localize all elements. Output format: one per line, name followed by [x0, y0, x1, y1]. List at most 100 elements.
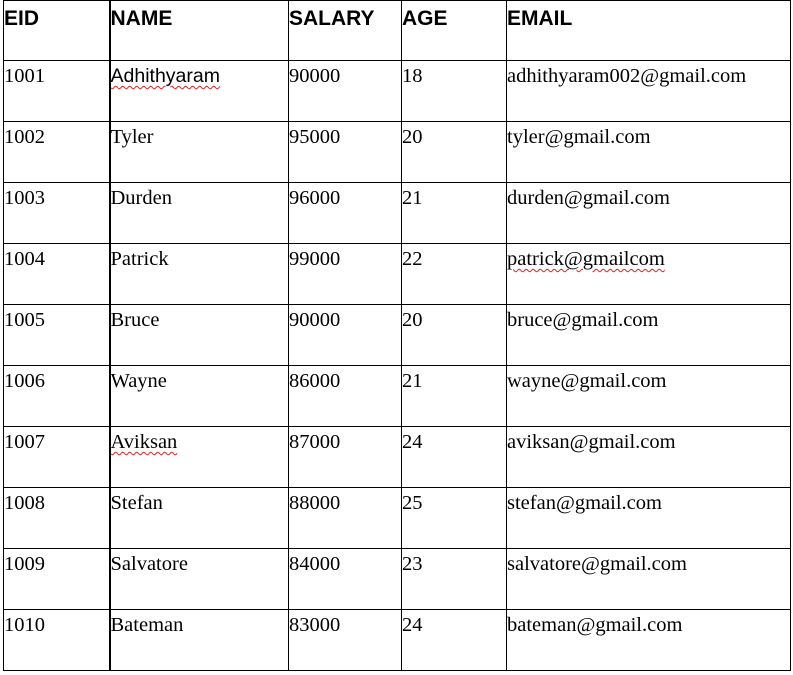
cell-email: salvatore@gmail.com: [506, 548, 791, 610]
cell-salary-text: 95000: [289, 126, 341, 148]
cell-age: 24: [401, 609, 507, 671]
cell-salary: 86000: [288, 365, 402, 427]
table-row: 1006 Wayne 86000 21 wayne@gmail.com: [3, 365, 791, 427]
cell-name: Bruce: [109, 304, 289, 366]
cell-name: Wayne: [109, 365, 289, 427]
table-row: 1001 Adhithyaram 90000 18 adhithyaram002@gma…: [3, 60, 791, 122]
cell-email-text: aviksan@gmail.com: [507, 431, 676, 453]
header-eid: EID: [3, 0, 111, 61]
table-body: 1001 Adhithyaram 90000 18 adhithyaram002@gma…: [3, 60, 791, 671]
cell-age-text: 20: [402, 309, 423, 331]
table-row: 1008 Stefan 88000 25 stefan@gmail.com: [3, 487, 791, 549]
cell-age: 21: [401, 182, 507, 244]
cell-name: Adhithyaram: [109, 60, 289, 122]
cell-email-text: bruce@gmail.com: [507, 309, 659, 331]
table-row: 1007 Aviksan 87000 24 aviksan@gmail.com: [3, 426, 791, 488]
cell-name-text: Patrick: [110, 248, 169, 270]
cell-salary-text: 84000: [289, 553, 341, 575]
cell-salary-text: 86000: [289, 370, 341, 392]
cell-age: 21: [401, 365, 507, 427]
cell-age: 18: [401, 60, 507, 122]
cell-name: Durden: [109, 182, 289, 244]
cell-salary-text: 87000: [289, 431, 341, 453]
cell-name: Bateman: [109, 609, 289, 671]
cell-age-text: 23: [402, 553, 423, 575]
cell-salary-text: 96000: [289, 187, 341, 209]
cell-salary: 90000: [288, 304, 402, 366]
cell-email: bateman@gmail.com: [506, 609, 791, 671]
cell-age: 25: [401, 487, 507, 549]
cell-age: 24: [401, 426, 507, 488]
cell-salary-text: 99000: [289, 248, 341, 270]
cell-eid: 1003: [3, 182, 111, 244]
cell-name-text: Wayne: [110, 370, 167, 392]
cell-eid-text: 1006: [4, 370, 46, 392]
cell-email: tyler@gmail.com: [506, 121, 791, 183]
cell-eid: 1001: [3, 60, 111, 122]
cell-eid-text: 1005: [4, 309, 46, 331]
cell-email: durden@gmail.com: [506, 182, 791, 244]
cell-age: 23: [401, 548, 507, 610]
cell-age-text: 21: [402, 187, 423, 209]
cell-salary: 84000: [288, 548, 402, 610]
header-salary: SALARY: [288, 0, 402, 61]
cell-eid-text: 1007: [4, 431, 46, 453]
cell-email: aviksan@gmail.com: [506, 426, 791, 488]
cell-salary: 96000: [288, 182, 402, 244]
cell-email-text: patrick@gmailcom: [507, 248, 665, 270]
cell-salary-text: 90000: [289, 309, 341, 331]
cell-eid: 1010: [3, 609, 111, 671]
cell-eid: 1008: [3, 487, 111, 549]
cell-age: 20: [401, 304, 507, 366]
cell-email: adhithyaram002@gmail.com: [506, 60, 791, 122]
cell-email: patrick@gmailcom: [506, 243, 791, 305]
cell-salary-text: 90000: [289, 65, 341, 87]
cell-eid: 1006: [3, 365, 111, 427]
cell-age-text: 21: [402, 370, 423, 392]
cell-eid-text: 1003: [4, 187, 46, 209]
cell-email: bruce@gmail.com: [506, 304, 791, 366]
cell-eid-text: 1009: [4, 553, 46, 575]
cell-salary: 95000: [288, 121, 402, 183]
table-row: 1003 Durden 96000 21 durden@gmail.com: [3, 182, 791, 244]
cell-eid: 1005: [3, 304, 111, 366]
table-row: 1004 Patrick 99000 22 patrick@gmailcom: [3, 243, 791, 305]
cell-salary-text: 83000: [289, 614, 341, 636]
cell-age: 20: [401, 121, 507, 183]
cell-name-text: Durden: [110, 187, 172, 209]
cell-eid-text: 1004: [4, 248, 46, 270]
cell-eid-text: 1010: [4, 614, 46, 636]
cell-name-text: Salvatore: [110, 553, 188, 575]
cell-email: stefan@gmail.com: [506, 487, 791, 549]
cell-salary: 90000: [288, 60, 402, 122]
cell-age-text: 20: [402, 126, 423, 148]
cell-salary: 83000: [288, 609, 402, 671]
header-name: NAME: [109, 0, 289, 61]
cell-email-text: salvatore@gmail.com: [507, 553, 687, 575]
header-age: AGE: [401, 0, 507, 61]
cell-eid-text: 1001: [4, 65, 46, 87]
cell-email-text: bateman@gmail.com: [507, 614, 683, 636]
table-row: 1005 Bruce 90000 20 bruce@gmail.com: [3, 304, 791, 366]
employee-table: EID NAME SALARY AGE EMAIL 1001 Adhithyara…: [3, 0, 791, 671]
cell-salary: 87000: [288, 426, 402, 488]
cell-email-text: adhithyaram002@gmail.com: [507, 65, 747, 87]
cell-age-text: 24: [402, 431, 423, 453]
cell-salary: 99000: [288, 243, 402, 305]
cell-eid: 1002: [3, 121, 111, 183]
table-row: 1002 Tyler 95000 20 tyler@gmail.com: [3, 121, 791, 183]
cell-email: wayne@gmail.com: [506, 365, 791, 427]
header-email: EMAIL: [506, 0, 791, 61]
cell-name-text: Bateman: [110, 614, 184, 636]
cell-eid: 1009: [3, 548, 111, 610]
cell-age-text: 22: [402, 248, 423, 270]
cell-age-text: 25: [402, 492, 423, 514]
cell-age-text: 18: [402, 65, 423, 87]
table-header-row: EID NAME SALARY AGE EMAIL: [3, 0, 791, 61]
cell-name-text: Tyler: [110, 126, 154, 148]
cell-name: Salvatore: [109, 548, 289, 610]
cell-name: Patrick: [109, 243, 289, 305]
cell-salary-text: 88000: [289, 492, 341, 514]
cell-email-text: stefan@gmail.com: [507, 492, 662, 514]
cell-email-text: durden@gmail.com: [507, 187, 670, 209]
